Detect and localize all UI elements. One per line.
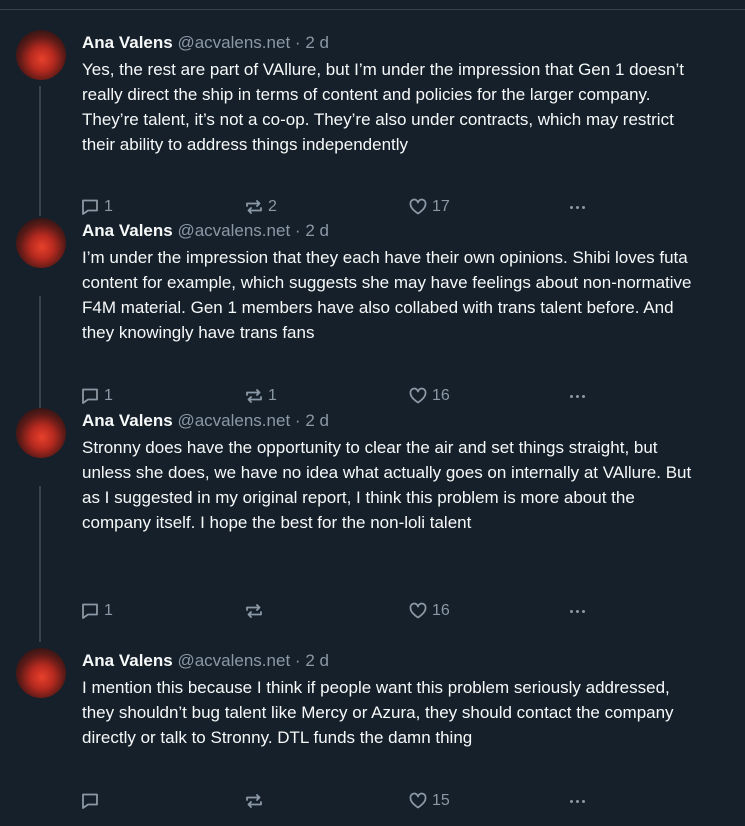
like-button[interactable]: 16 [408, 600, 450, 622]
author-name[interactable]: Ana Valens [82, 411, 173, 430]
avatar[interactable] [16, 408, 66, 458]
repost-button[interactable] [244, 790, 268, 812]
like-button[interactable]: 16 [408, 385, 450, 407]
reply-button[interactable] [80, 790, 104, 812]
more-options-button[interactable] [570, 385, 585, 407]
repost-icon [246, 389, 262, 403]
more-options-button[interactable] [570, 790, 585, 812]
like-count: 16 [432, 602, 450, 619]
repost-count: 1 [268, 387, 277, 404]
author-handle[interactable]: @acvalens.net [177, 411, 290, 430]
repost-button[interactable]: 2 [244, 196, 277, 218]
heart-icon [409, 387, 427, 404]
reply-icon [82, 388, 98, 404]
author-handle[interactable]: @acvalens.net [177, 221, 290, 240]
more-icon [570, 600, 585, 622]
avatar[interactable] [16, 30, 66, 80]
author-name[interactable]: Ana Valens [82, 221, 173, 240]
like-button[interactable]: 17 [408, 196, 450, 218]
action-bar: 15 [80, 790, 600, 812]
post-text: I’m under the impression that they each … [82, 248, 692, 342]
action-bar: 1 1 16 [80, 385, 600, 407]
author-handle[interactable]: @acvalens.net [177, 33, 290, 52]
reply-count: 1 [104, 602, 113, 619]
reply-icon [82, 603, 98, 619]
more-icon [570, 790, 585, 812]
post-header: Ana Valens @acvalens.net · 2 d [82, 31, 722, 55]
heart-icon [409, 198, 427, 215]
thread-line [39, 296, 41, 426]
like-button[interactable]: 15 [408, 790, 450, 812]
heart-icon [409, 792, 427, 809]
separator: · [294, 221, 301, 240]
reply-button[interactable]: 1 [80, 196, 113, 218]
avatar[interactable] [16, 648, 66, 698]
separator: · [294, 651, 301, 670]
reply-button[interactable]: 1 [80, 600, 113, 622]
post-header: Ana Valens @acvalens.net · 2 d [82, 409, 722, 433]
post-header: Ana Valens @acvalens.net · 2 d [82, 219, 722, 243]
reply-icon [82, 199, 98, 215]
like-count: 17 [432, 198, 450, 215]
post-header: Ana Valens @acvalens.net · 2 d [82, 649, 722, 673]
action-bar: 1 16 [80, 600, 600, 622]
heart-icon [409, 602, 427, 619]
reply-count: 1 [104, 198, 113, 215]
repost-button[interactable]: 1 [244, 385, 277, 407]
reply-button[interactable]: 1 [80, 385, 113, 407]
post-text: Stronny does have the opportunity to cle… [82, 438, 692, 532]
author-handle[interactable]: @acvalens.net [177, 651, 290, 670]
timestamp[interactable]: 2 d [305, 33, 329, 52]
top-divider [0, 9, 745, 10]
separator: · [294, 33, 301, 52]
repost-icon [246, 200, 262, 214]
more-options-button[interactable] [570, 196, 585, 218]
repost-count: 2 [268, 198, 277, 215]
like-count: 15 [432, 792, 450, 809]
reply-count: 1 [104, 387, 113, 404]
like-count: 16 [432, 387, 450, 404]
post-text: I mention this because I think if people… [82, 678, 674, 747]
more-icon [570, 385, 585, 407]
timestamp[interactable]: 2 d [305, 411, 329, 430]
more-options-button[interactable] [570, 600, 585, 622]
reply-icon [82, 793, 98, 809]
post-text: Yes, the rest are part of VAllure, but I… [82, 60, 684, 154]
author-name[interactable]: Ana Valens [82, 651, 173, 670]
more-icon [570, 196, 585, 218]
timestamp[interactable]: 2 d [305, 221, 329, 240]
repost-icon [246, 604, 262, 618]
repost-button[interactable] [244, 600, 268, 622]
thread-line [39, 486, 41, 642]
separator: · [294, 411, 301, 430]
author-name[interactable]: Ana Valens [82, 33, 173, 52]
action-bar: 1 2 17 [80, 196, 600, 218]
repost-icon [246, 794, 262, 808]
thread-line [39, 86, 41, 216]
avatar[interactable] [16, 218, 66, 268]
timestamp[interactable]: 2 d [305, 651, 329, 670]
